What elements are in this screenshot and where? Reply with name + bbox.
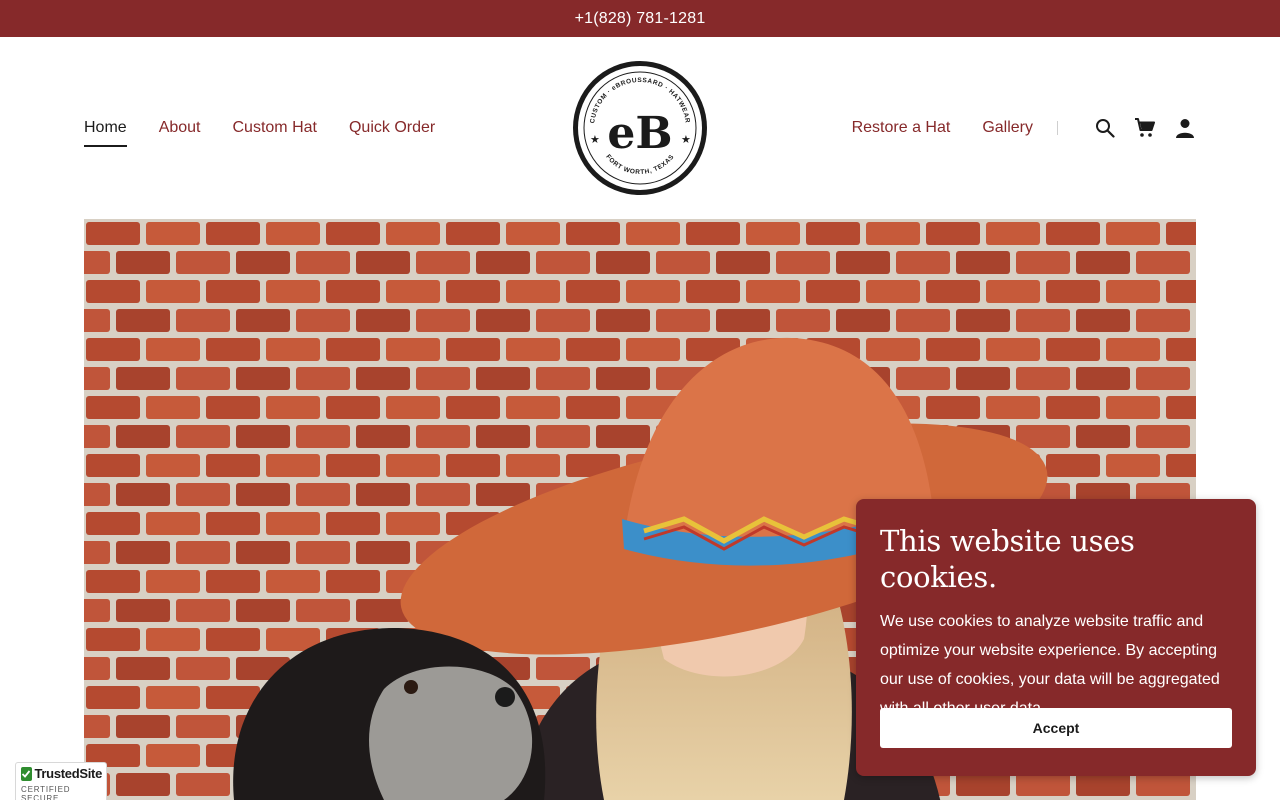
- nav-quick-order[interactable]: Quick Order: [349, 117, 435, 139]
- nav-about[interactable]: About: [159, 117, 201, 139]
- account-icon[interactable]: [1174, 117, 1196, 139]
- cookie-title: This website uses cookies.: [880, 524, 1135, 594]
- accept-cookies-button[interactable]: Accept: [880, 708, 1232, 748]
- trustedsite-badge[interactable]: TrustedSite CERTIFIED SECURE: [15, 762, 107, 800]
- nav-gallery[interactable]: Gallery: [982, 117, 1033, 139]
- logo-monogram: eB: [607, 108, 672, 159]
- top-bar: +1(828) 781-1281: [0, 0, 1280, 37]
- badge-subtitle: CERTIFIED SECURE: [21, 785, 71, 800]
- badge-title: TrustedSite: [34, 766, 103, 781]
- nav-custom-hat[interactable]: Custom Hat: [233, 117, 317, 139]
- phone-number[interactable]: +1(828) 781-1281: [575, 10, 706, 28]
- search-icon[interactable]: [1094, 117, 1116, 139]
- check-icon: [21, 766, 32, 781]
- secondary-nav: Restore a Hat Gallery: [820, 117, 1196, 139]
- nav-home[interactable]: Home: [84, 117, 127, 147]
- site-header: Home About Custom Hat Quick Order CUSTOM…: [0, 37, 1280, 219]
- nav-restore-a-hat[interactable]: Restore a Hat: [852, 117, 951, 139]
- cart-icon[interactable]: [1134, 117, 1156, 139]
- nav-divider: [1057, 121, 1058, 135]
- star-icon: ★: [681, 134, 691, 146]
- cookie-banner: This website uses cookies. We use cookie…: [856, 499, 1256, 776]
- cookie-body: We use cookies to analyze website traffi…: [880, 613, 1220, 717]
- brand-logo[interactable]: CUSTOM · eBROUSSARD · HATWEAR FORT WORTH…: [572, 60, 708, 196]
- star-icon: ★: [590, 134, 600, 146]
- primary-nav: Home About Custom Hat Quick Order: [84, 117, 467, 147]
